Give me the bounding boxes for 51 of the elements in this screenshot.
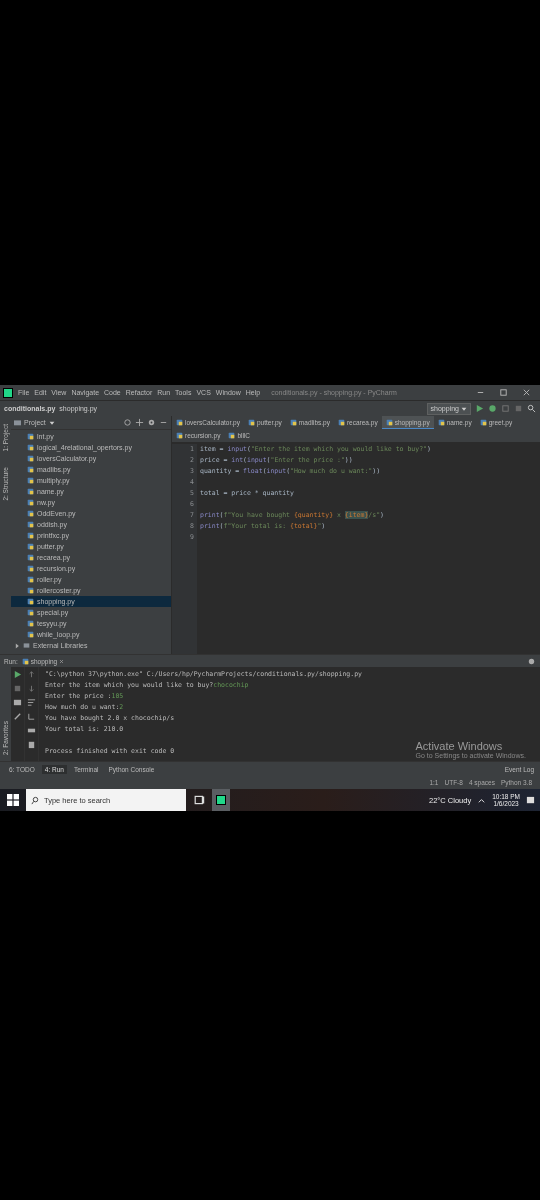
task-view-icon[interactable] [194,794,206,806]
python-file-icon [27,620,34,627]
python-file-icon [176,418,183,426]
search-icon [31,795,40,805]
arrow-up-icon[interactable] [27,670,36,679]
maximize-icon[interactable] [499,388,508,397]
python-file-icon [437,418,445,426]
python-file-icon [27,477,34,484]
scroll-end-icon[interactable] [27,712,36,721]
pycharm-logo-icon [3,387,13,398]
expand-icon[interactable] [135,418,144,427]
arrow-down-icon[interactable] [27,684,36,693]
python-file-icon [27,455,34,462]
play-icon[interactable] [13,670,22,679]
python-file-icon [27,587,34,594]
python-file-icon [27,631,34,638]
python-file-icon [247,418,255,426]
caret-icon [461,405,467,412]
python-file-icon [27,488,34,495]
activation-title: Activate Windows [415,740,504,752]
windows-start-icon[interactable] [7,794,19,806]
expand-arrow-icon[interactable] [14,642,20,649]
python-file-icon [27,598,34,605]
python-file-icon [385,418,393,426]
python-file-icon [21,657,29,665]
python-file-icon [27,609,34,616]
python-file-icon [27,521,34,528]
target-icon[interactable] [123,418,132,427]
python-file-icon [27,554,34,561]
python-file-icon [337,418,345,426]
search-icon[interactable] [527,404,536,413]
stop-icon[interactable] [13,684,22,693]
python-file-icon [228,431,236,439]
python-file-icon [27,510,34,517]
python-file-icon [176,431,183,439]
python-file-icon [27,466,34,473]
python-file-icon [27,576,34,583]
pycharm-taskbar-icon[interactable] [212,789,230,811]
python-file-icon [27,543,34,550]
close-icon[interactable] [59,658,65,664]
python-file-icon [27,444,34,451]
python-file-icon [479,418,487,426]
python-file-icon [27,532,34,539]
close-icon[interactable] [522,388,531,397]
python-file-icon [27,499,34,506]
python-file-icon [27,565,34,572]
python-file-icon [289,418,297,426]
wrap-icon[interactable] [27,698,36,707]
caret-icon[interactable] [48,419,55,426]
python-file-icon [27,433,34,440]
play-icon[interactable] [475,404,484,413]
